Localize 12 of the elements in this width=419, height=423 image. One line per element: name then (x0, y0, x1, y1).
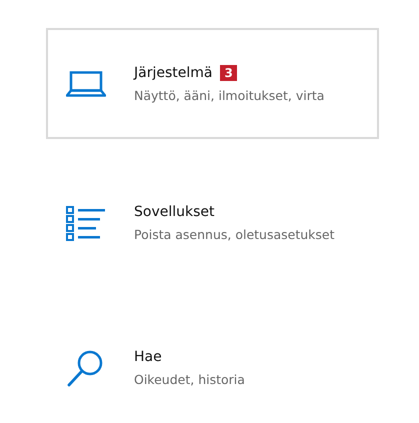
settings-tile[interactable]: Sovellukset Poista asennus, oletusasetukset (46, 167, 379, 278)
settings-tile[interactable]: Hae Oikeudet, historia (46, 312, 379, 423)
tile-title: Järjestelmä (134, 64, 212, 80)
settings-tile[interactable]: Järjestelmä 3 Näyttö, ääni, ilmoitukset, virta (46, 28, 379, 139)
tile-subtitle: Oikeudet, historia (134, 372, 245, 386)
tile-subtitle: Poista asennus, oletusasetukset (134, 226, 335, 242)
list-icon (66, 204, 106, 240)
number-badge: 3 (220, 64, 237, 80)
laptop-icon (66, 70, 106, 96)
tile-title: Sovellukset (134, 204, 215, 220)
tile-subtitle: Näyttö, ääni, ilmoitukset, virta (134, 88, 324, 102)
tile-title: Hae (134, 348, 162, 364)
